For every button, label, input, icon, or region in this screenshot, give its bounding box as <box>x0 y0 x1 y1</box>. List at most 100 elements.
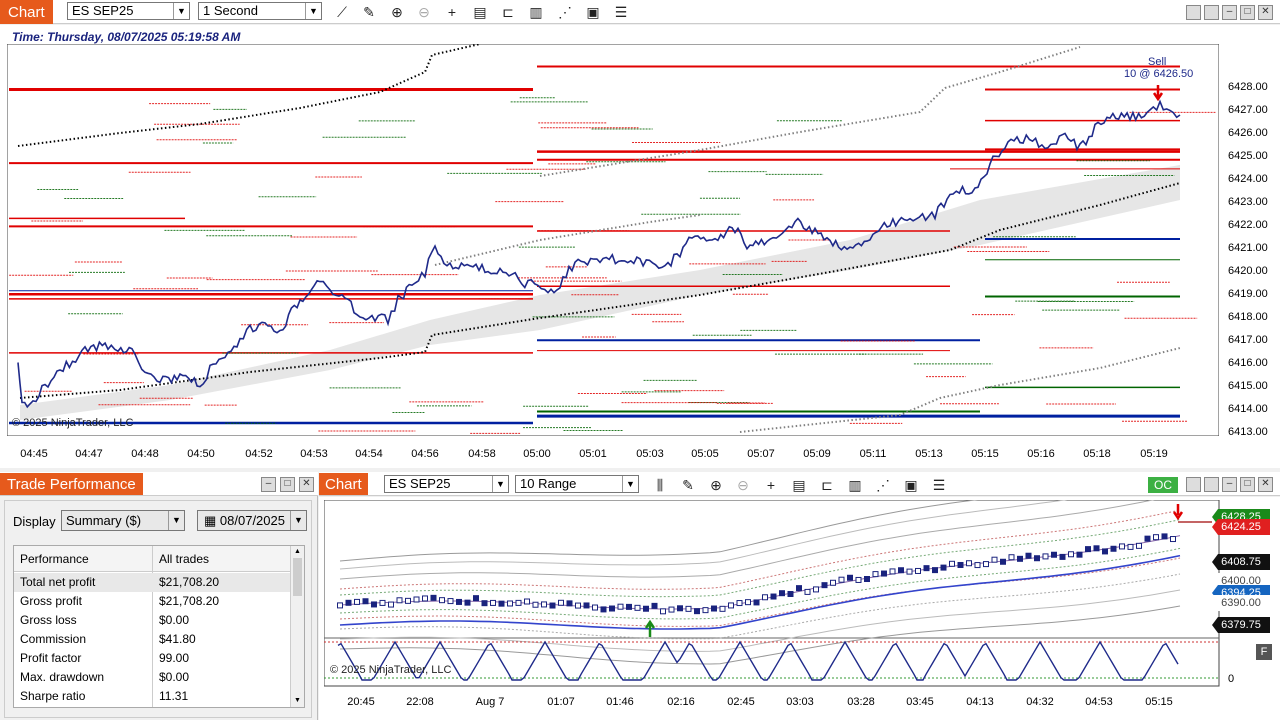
top-instrument-selector[interactable]: ES SEP25 ▼ <box>67 2 190 20</box>
f-button[interactable]: F <box>1256 644 1272 660</box>
row-label: Sharpe ratio <box>20 689 86 703</box>
bottom-price-chart[interactable] <box>324 500 1220 687</box>
candle <box>541 601 547 608</box>
table-row[interactable]: Sharpe ratio 11.31 <box>14 687 290 706</box>
top-x-tick-label: 04:45 <box>20 448 48 460</box>
table-row[interactable]: Max. drawdown $0.00 <box>14 668 290 687</box>
candle <box>711 605 717 612</box>
candle <box>966 560 972 567</box>
minimize-button[interactable]: – <box>1222 477 1237 492</box>
candle <box>1093 545 1100 552</box>
window-icon-1[interactable] <box>1186 5 1201 20</box>
maximize-button[interactable]: □ <box>1240 477 1255 492</box>
price-tag: 6408.75 <box>1212 554 1270 570</box>
minimize-button[interactable]: – <box>261 477 276 492</box>
calendar-icon: ▦ <box>204 513 220 528</box>
candle <box>940 564 947 571</box>
top-interval-selector[interactable]: 1 Second ▼ <box>198 2 322 20</box>
candle <box>532 601 539 608</box>
oc-button[interactable]: OC <box>1148 477 1178 493</box>
minimize-button[interactable]: – <box>1222 5 1237 20</box>
scrollbar-thumb[interactable] <box>293 558 302 596</box>
properties-icon[interactable]: ⊏ <box>818 476 836 494</box>
top-x-tick-label: 05:15 <box>971 448 999 460</box>
table-scrollbar[interactable]: ▲ ▼ <box>290 546 304 707</box>
top-price-chart[interactable] <box>7 44 1219 436</box>
list-icon[interactable]: ☰ <box>930 476 948 494</box>
date-selector[interactable]: ▦ 08/07/2025 ▼ <box>197 510 307 531</box>
maximize-button[interactable]: □ <box>1240 5 1255 20</box>
strategies-icon[interactable]: ⋰ <box>556 3 574 21</box>
candle <box>600 606 607 613</box>
properties-icon[interactable]: ⊏ <box>499 3 517 21</box>
price-tag: 6424.25 <box>1212 519 1270 535</box>
top-y-tick-label: 6427.00 <box>1228 104 1268 117</box>
templates-icon[interactable]: ▣ <box>902 476 920 494</box>
bottom-instrument-selector[interactable]: ES SEP25 ▼ <box>384 475 509 493</box>
strategies-icon[interactable]: ⋰ <box>874 476 892 494</box>
pencil-icon[interactable]: ✎ <box>679 476 697 494</box>
scroll-down-icon[interactable]: ▼ <box>291 695 304 707</box>
bottom-x-tick-label: 04:32 <box>1026 696 1054 708</box>
templates-icon[interactable]: ▣ <box>584 3 602 21</box>
maximize-button[interactable]: □ <box>280 477 295 492</box>
table-row[interactable]: Profit factor 99.00 <box>14 649 290 668</box>
zoom-out-icon[interactable]: ⊖ <box>415 3 433 21</box>
window-icon-2[interactable] <box>1204 5 1219 20</box>
table-row[interactable]: Commission $41.80 <box>14 630 290 649</box>
window-icon-1[interactable] <box>1186 477 1201 492</box>
list-icon[interactable]: ☰ <box>612 3 630 21</box>
top-x-tick-label: 05:00 <box>523 448 551 460</box>
window-icon-2[interactable] <box>1204 477 1219 492</box>
bar-type-icon[interactable]: ⫼ <box>651 476 669 494</box>
data-box-icon[interactable]: ▤ <box>471 3 489 21</box>
candle <box>1085 546 1091 553</box>
close-button[interactable]: ✕ <box>1258 477 1273 492</box>
candle <box>1110 545 1117 552</box>
candle <box>379 599 386 606</box>
chevron-down-icon: ▼ <box>290 511 306 530</box>
candle <box>753 599 760 606</box>
display-selector[interactable]: Summary ($) ▼ <box>61 510 185 531</box>
indicators-icon[interactable]: ▥ <box>527 3 545 21</box>
indicators-icon[interactable]: ▥ <box>846 476 864 494</box>
candle <box>983 561 989 568</box>
candle <box>745 599 751 606</box>
candle <box>719 605 726 612</box>
col-performance-header[interactable]: Performance <box>20 552 89 566</box>
candle <box>1059 553 1066 560</box>
bottom-interval-selector[interactable]: 10 Range ▼ <box>515 475 639 493</box>
pencil-icon[interactable]: ✎ <box>360 3 378 21</box>
candle <box>1136 542 1142 549</box>
price-tag: 6379.75 <box>1212 617 1270 633</box>
draw-line-icon[interactable]: ⟋ <box>333 3 351 21</box>
bottom-chart-tab[interactable]: Chart <box>319 473 368 495</box>
table-row[interactable]: Gross loss $0.00 <box>14 611 290 630</box>
display-label: Display <box>13 514 56 529</box>
candle <box>592 604 598 611</box>
top-chart-tab[interactable]: Chart <box>0 0 53 24</box>
zoom-in-icon[interactable]: ⊕ <box>388 3 406 21</box>
data-box-icon[interactable]: ▤ <box>790 476 808 494</box>
crosshair-icon[interactable]: + <box>762 476 780 494</box>
table-row[interactable]: Total net profit $21,708.20 <box>14 573 290 592</box>
candle <box>1119 543 1125 550</box>
bottom-x-tick-label: 03:28 <box>847 696 875 708</box>
candle <box>1042 553 1049 560</box>
top-y-tick-label: 6415.00 <box>1228 380 1268 393</box>
crosshair-icon[interactable]: + <box>443 3 461 21</box>
top-x-tick-label: 05:13 <box>915 448 943 460</box>
close-button[interactable]: ✕ <box>1258 5 1273 20</box>
table-row[interactable]: Gross profit $21,708.20 <box>14 592 290 611</box>
close-button[interactable]: ✕ <box>299 477 314 492</box>
top-copyright: © 2025 NinjaTrader, LLC <box>12 417 134 429</box>
row-value: $0.00 <box>159 670 190 684</box>
top-y-tick-label: 6424.00 <box>1228 173 1268 186</box>
scroll-up-icon[interactable]: ▲ <box>291 546 304 558</box>
col-all-trades-header[interactable]: All trades <box>159 552 209 566</box>
zoom-out-icon[interactable]: ⊖ <box>734 476 752 494</box>
candle <box>821 582 828 589</box>
trade-performance-tab[interactable]: Trade Performance <box>0 473 143 495</box>
bottom-x-tick-label: 01:07 <box>547 696 575 708</box>
zoom-in-icon[interactable]: ⊕ <box>707 476 725 494</box>
